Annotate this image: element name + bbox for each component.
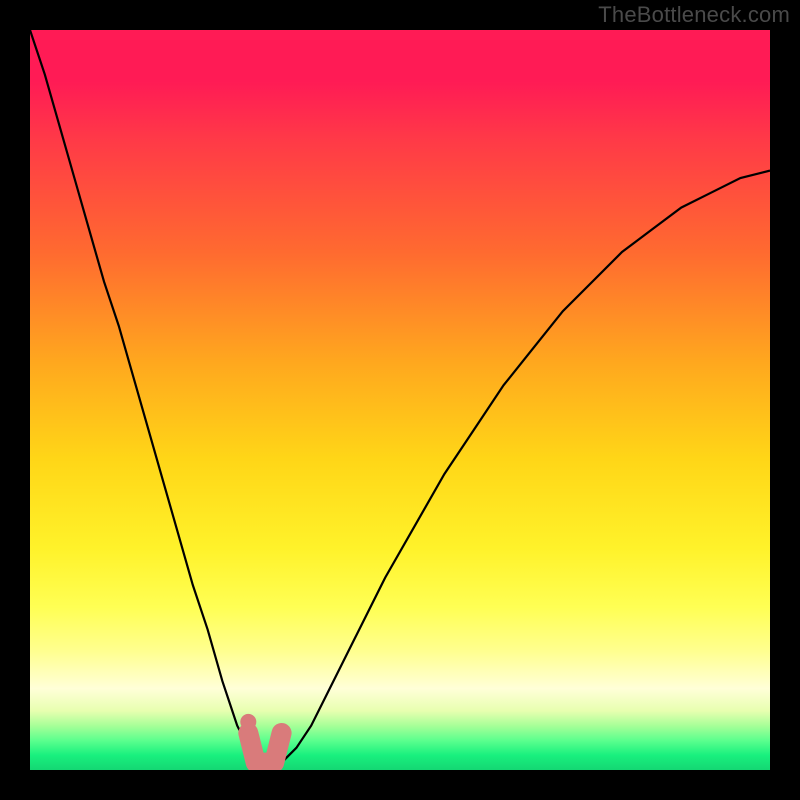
bottleneck-curve-svg <box>30 30 770 770</box>
chart-frame: TheBottleneck.com <box>0 0 800 800</box>
highlight-marker-dot <box>240 714 256 730</box>
plot-area <box>30 30 770 770</box>
bottleneck-curve <box>30 30 770 766</box>
highlight-marker <box>248 733 281 763</box>
watermark-text: TheBottleneck.com <box>598 2 790 28</box>
